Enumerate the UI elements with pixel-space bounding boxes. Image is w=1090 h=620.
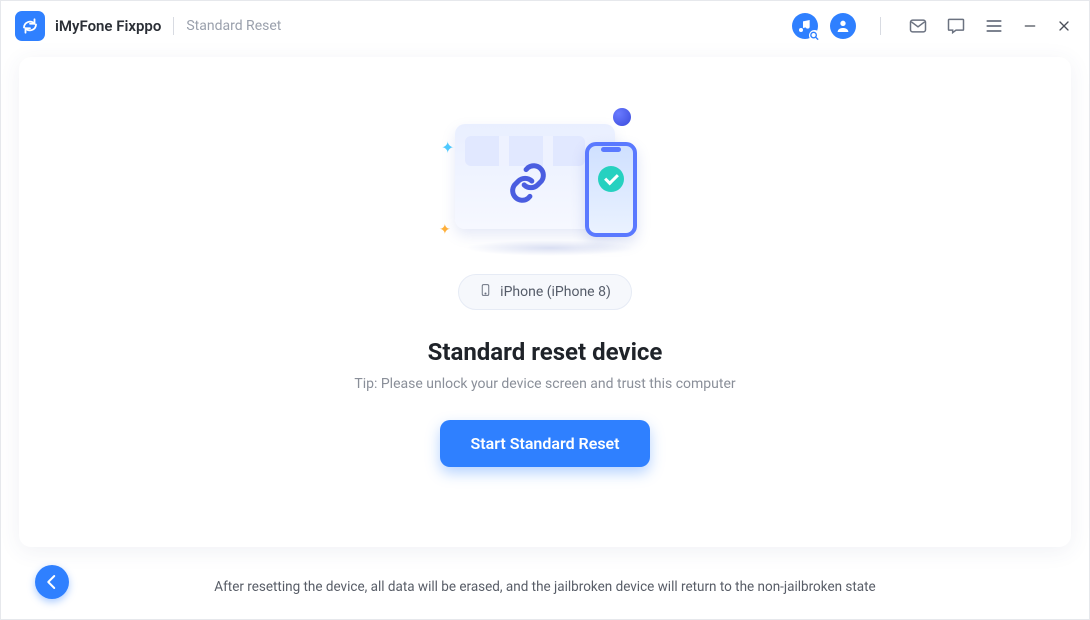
title-divider — [173, 17, 174, 35]
footer-note: After resetting the device, all data wil… — [1, 579, 1089, 595]
phone-icon — [479, 281, 492, 303]
menu-icon[interactable] — [981, 13, 1007, 39]
mail-icon[interactable] — [905, 13, 931, 39]
main-card: ✦ ✦ iPh — [19, 57, 1071, 547]
tip-text: Tip: Please unlock your device screen an… — [354, 376, 735, 392]
minimize-button[interactable] — [1019, 15, 1041, 37]
connection-illustration: ✦ ✦ — [435, 112, 655, 252]
device-label: iPhone (iPhone 8) — [500, 284, 611, 300]
start-reset-button[interactable]: Start Standard Reset — [440, 420, 649, 467]
icon-divider — [880, 17, 881, 35]
titlebar: iMyFone Fixppo Standard Reset — [1, 1, 1089, 51]
mode-label: Standard Reset — [186, 18, 281, 34]
page-heading: Standard reset device — [428, 338, 663, 366]
chat-icon[interactable] — [943, 13, 969, 39]
app-name: iMyFone Fixppo — [55, 17, 161, 35]
title-icons — [792, 13, 1075, 39]
app-window: iMyFone Fixppo Standard Reset — [0, 0, 1090, 620]
account-icon[interactable] — [830, 13, 856, 39]
music-icon[interactable] — [792, 13, 818, 39]
app-logo-icon — [15, 11, 45, 41]
close-button[interactable] — [1053, 15, 1075, 37]
device-pill: iPhone (iPhone 8) — [458, 274, 632, 310]
